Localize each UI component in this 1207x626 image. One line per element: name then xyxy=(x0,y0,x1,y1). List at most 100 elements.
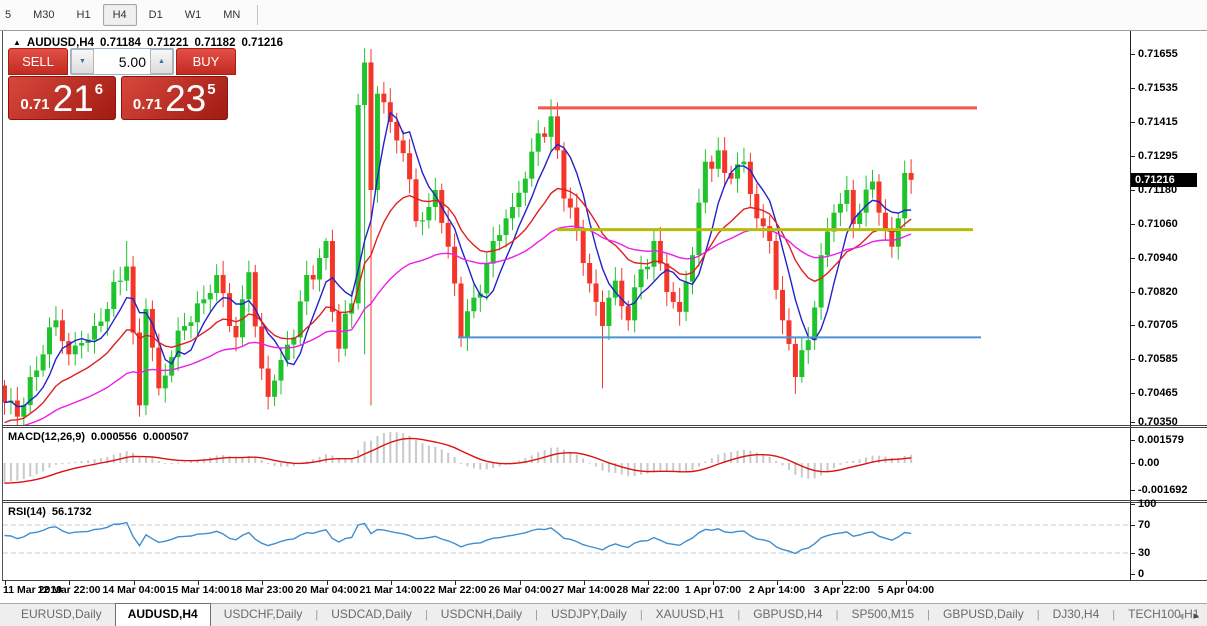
chart-tab-usdchf-daily[interactable]: USDCHF,Daily xyxy=(211,604,316,626)
candle-body xyxy=(567,198,573,208)
axis-tick-mark xyxy=(1131,156,1135,157)
time-axis-label: 12 Mar 22:00 xyxy=(37,584,101,596)
sell-price-button[interactable]: 0.71 21 6 xyxy=(8,76,116,120)
time-axis-label: 20 Mar 04:00 xyxy=(295,584,359,596)
time-axis-label: 26 Mar 04:00 xyxy=(488,584,552,596)
candle-body xyxy=(14,400,20,417)
chart-tab-audusd-h4[interactable]: AUDUSD,H4 xyxy=(114,603,211,626)
candle-body xyxy=(368,62,374,190)
macd-histogram-bar xyxy=(588,462,591,464)
macd-histogram-bar xyxy=(151,458,154,463)
macd-histogram-bar xyxy=(325,454,327,463)
macd-histogram-bar xyxy=(112,454,115,463)
chart-tab-usdjpy-daily[interactable]: USDJPY,Daily xyxy=(538,604,640,626)
timeframe-button-h4[interactable]: H4 xyxy=(102,4,137,26)
macd-histogram-bar xyxy=(93,459,96,463)
collapse-panel-icon[interactable]: ▲ xyxy=(13,38,21,47)
macd-histogram-bar xyxy=(659,463,662,471)
macd-histogram-bar xyxy=(389,431,392,463)
chart-tab-eurusd-daily[interactable]: EURUSD,Daily xyxy=(8,604,115,626)
timeframe-button-mn[interactable]: MN xyxy=(213,4,250,26)
rsi-axis-label: 0 xyxy=(1138,568,1145,580)
macd-histogram-bar xyxy=(466,463,469,467)
candle-body xyxy=(619,280,625,307)
chart-tab-gbpusd-h4[interactable]: GBPUSD,H4 xyxy=(740,604,835,626)
macd-histogram-bar xyxy=(273,463,276,466)
macd-histogram-bar xyxy=(858,459,861,463)
macd-histogram-bar xyxy=(74,461,77,463)
candle-body xyxy=(394,122,400,141)
macd-histogram-bar xyxy=(582,458,585,463)
candle-body xyxy=(214,275,220,293)
axis-tick-mark xyxy=(1131,422,1135,423)
chart-tab-dj30-h4[interactable]: DJ30,H4 xyxy=(1040,604,1113,626)
candle-body xyxy=(143,309,149,406)
chart-tab-sp500-m15[interactable]: SP500,M15 xyxy=(838,604,927,626)
candle-body xyxy=(651,241,657,267)
volume-decrease-button[interactable]: ▼ xyxy=(71,49,94,74)
macd-histogram-bar xyxy=(665,463,668,472)
timeframe-buttons: 5 M30 H1 H4 D1 W1 MN xyxy=(0,4,251,26)
time-axis-label: 1 Apr 07:00 xyxy=(684,584,742,596)
candle-body xyxy=(709,161,715,169)
candle-body xyxy=(464,311,470,338)
timeframe-button-d1[interactable]: D1 xyxy=(139,4,173,26)
time-axis-label: 28 Mar 22:00 xyxy=(616,584,680,596)
chart-tabs: EURUSD,Daily AUDUSD,H4 USDCHF,Daily | USDCAD… xyxy=(8,602,1207,626)
timeframe-button-m30[interactable]: M30 xyxy=(23,4,64,26)
candle-body xyxy=(741,161,747,165)
macd-indicator-name: MACD(12,26,9) xyxy=(8,431,86,443)
tab-scroll-left-icon[interactable]: ◂ xyxy=(1178,609,1184,622)
macd-axis-label: 0.001579 xyxy=(1138,434,1184,446)
candle-body xyxy=(535,133,541,152)
macd-histogram-bar xyxy=(794,463,797,475)
candle-body xyxy=(683,281,689,312)
candle-body xyxy=(548,116,554,137)
chart-tab-usdcad-daily[interactable]: USDCAD,Daily xyxy=(318,604,425,626)
candle-body xyxy=(111,281,117,309)
ask-price-big-digits: 23 xyxy=(165,77,207,119)
macd-histogram-bar xyxy=(820,463,823,476)
timeframe-button-w1[interactable]: W1 xyxy=(175,4,212,26)
macd-histogram-bar xyxy=(479,463,482,470)
macd-histogram-bar xyxy=(67,462,70,464)
time-axis-label: 14 Mar 04:00 xyxy=(102,584,166,596)
chart-tab-gbpusd-daily[interactable]: GBPUSD,Daily xyxy=(930,604,1037,626)
buy-price-button[interactable]: 0.71 23 5 xyxy=(120,76,228,120)
candle-body xyxy=(329,241,335,312)
price-axis-label: 0.71295 xyxy=(1138,150,1178,162)
macd-histogram-bar xyxy=(22,463,25,480)
macd-histogram-bar xyxy=(845,461,848,463)
macd-histogram-bar xyxy=(260,460,263,463)
chart-tab-xauusd-h1[interactable]: XAUUSD,H1 xyxy=(643,604,738,626)
chart-tab-usdcnh-daily[interactable]: USDCNH,Daily xyxy=(428,604,535,626)
candle-body xyxy=(522,178,528,193)
candle-body xyxy=(400,140,406,154)
timeframe-button-5[interactable]: 5 xyxy=(0,4,21,26)
volume-increase-button[interactable]: ▲ xyxy=(150,49,173,74)
buy-button[interactable]: BUY xyxy=(176,48,236,75)
macd-histogram-bar xyxy=(318,456,321,463)
candle-body xyxy=(47,327,53,355)
chart-area[interactable]: ▲ AUDUSD,H4 0.71184 0.71221 0.71182 0.71… xyxy=(0,31,1207,603)
macd-histogram-bar xyxy=(234,457,237,463)
bid-price-big-digits: 21 xyxy=(52,77,94,119)
price-axis-label: 0.70465 xyxy=(1138,387,1178,399)
macd-histogram-bar xyxy=(363,441,366,463)
macd-histogram-bar xyxy=(627,463,630,477)
volume-input[interactable] xyxy=(94,49,150,74)
volume-spinner: ▼ ▲ xyxy=(70,48,174,75)
price-axis-label: 0.70585 xyxy=(1138,353,1178,365)
candle-body xyxy=(34,370,40,377)
one-click-trading-panel: SELL ▼ ▲ BUY 0.71 21 6 0.71 23 5 xyxy=(8,48,236,120)
macd-histogram-bar xyxy=(382,432,385,463)
macd-histogram-bar xyxy=(408,435,411,463)
sell-button[interactable]: SELL xyxy=(8,48,68,75)
tab-scroll-right-icon[interactable]: ▸ xyxy=(1193,609,1199,622)
candle-body xyxy=(284,344,290,360)
timeframe-button-h1[interactable]: H1 xyxy=(67,4,101,26)
macd-histogram-bar xyxy=(472,463,475,469)
macd-histogram-bar xyxy=(138,457,141,463)
time-axis-label: 27 Mar 14:00 xyxy=(552,584,616,596)
macd-histogram-bar xyxy=(485,463,488,470)
